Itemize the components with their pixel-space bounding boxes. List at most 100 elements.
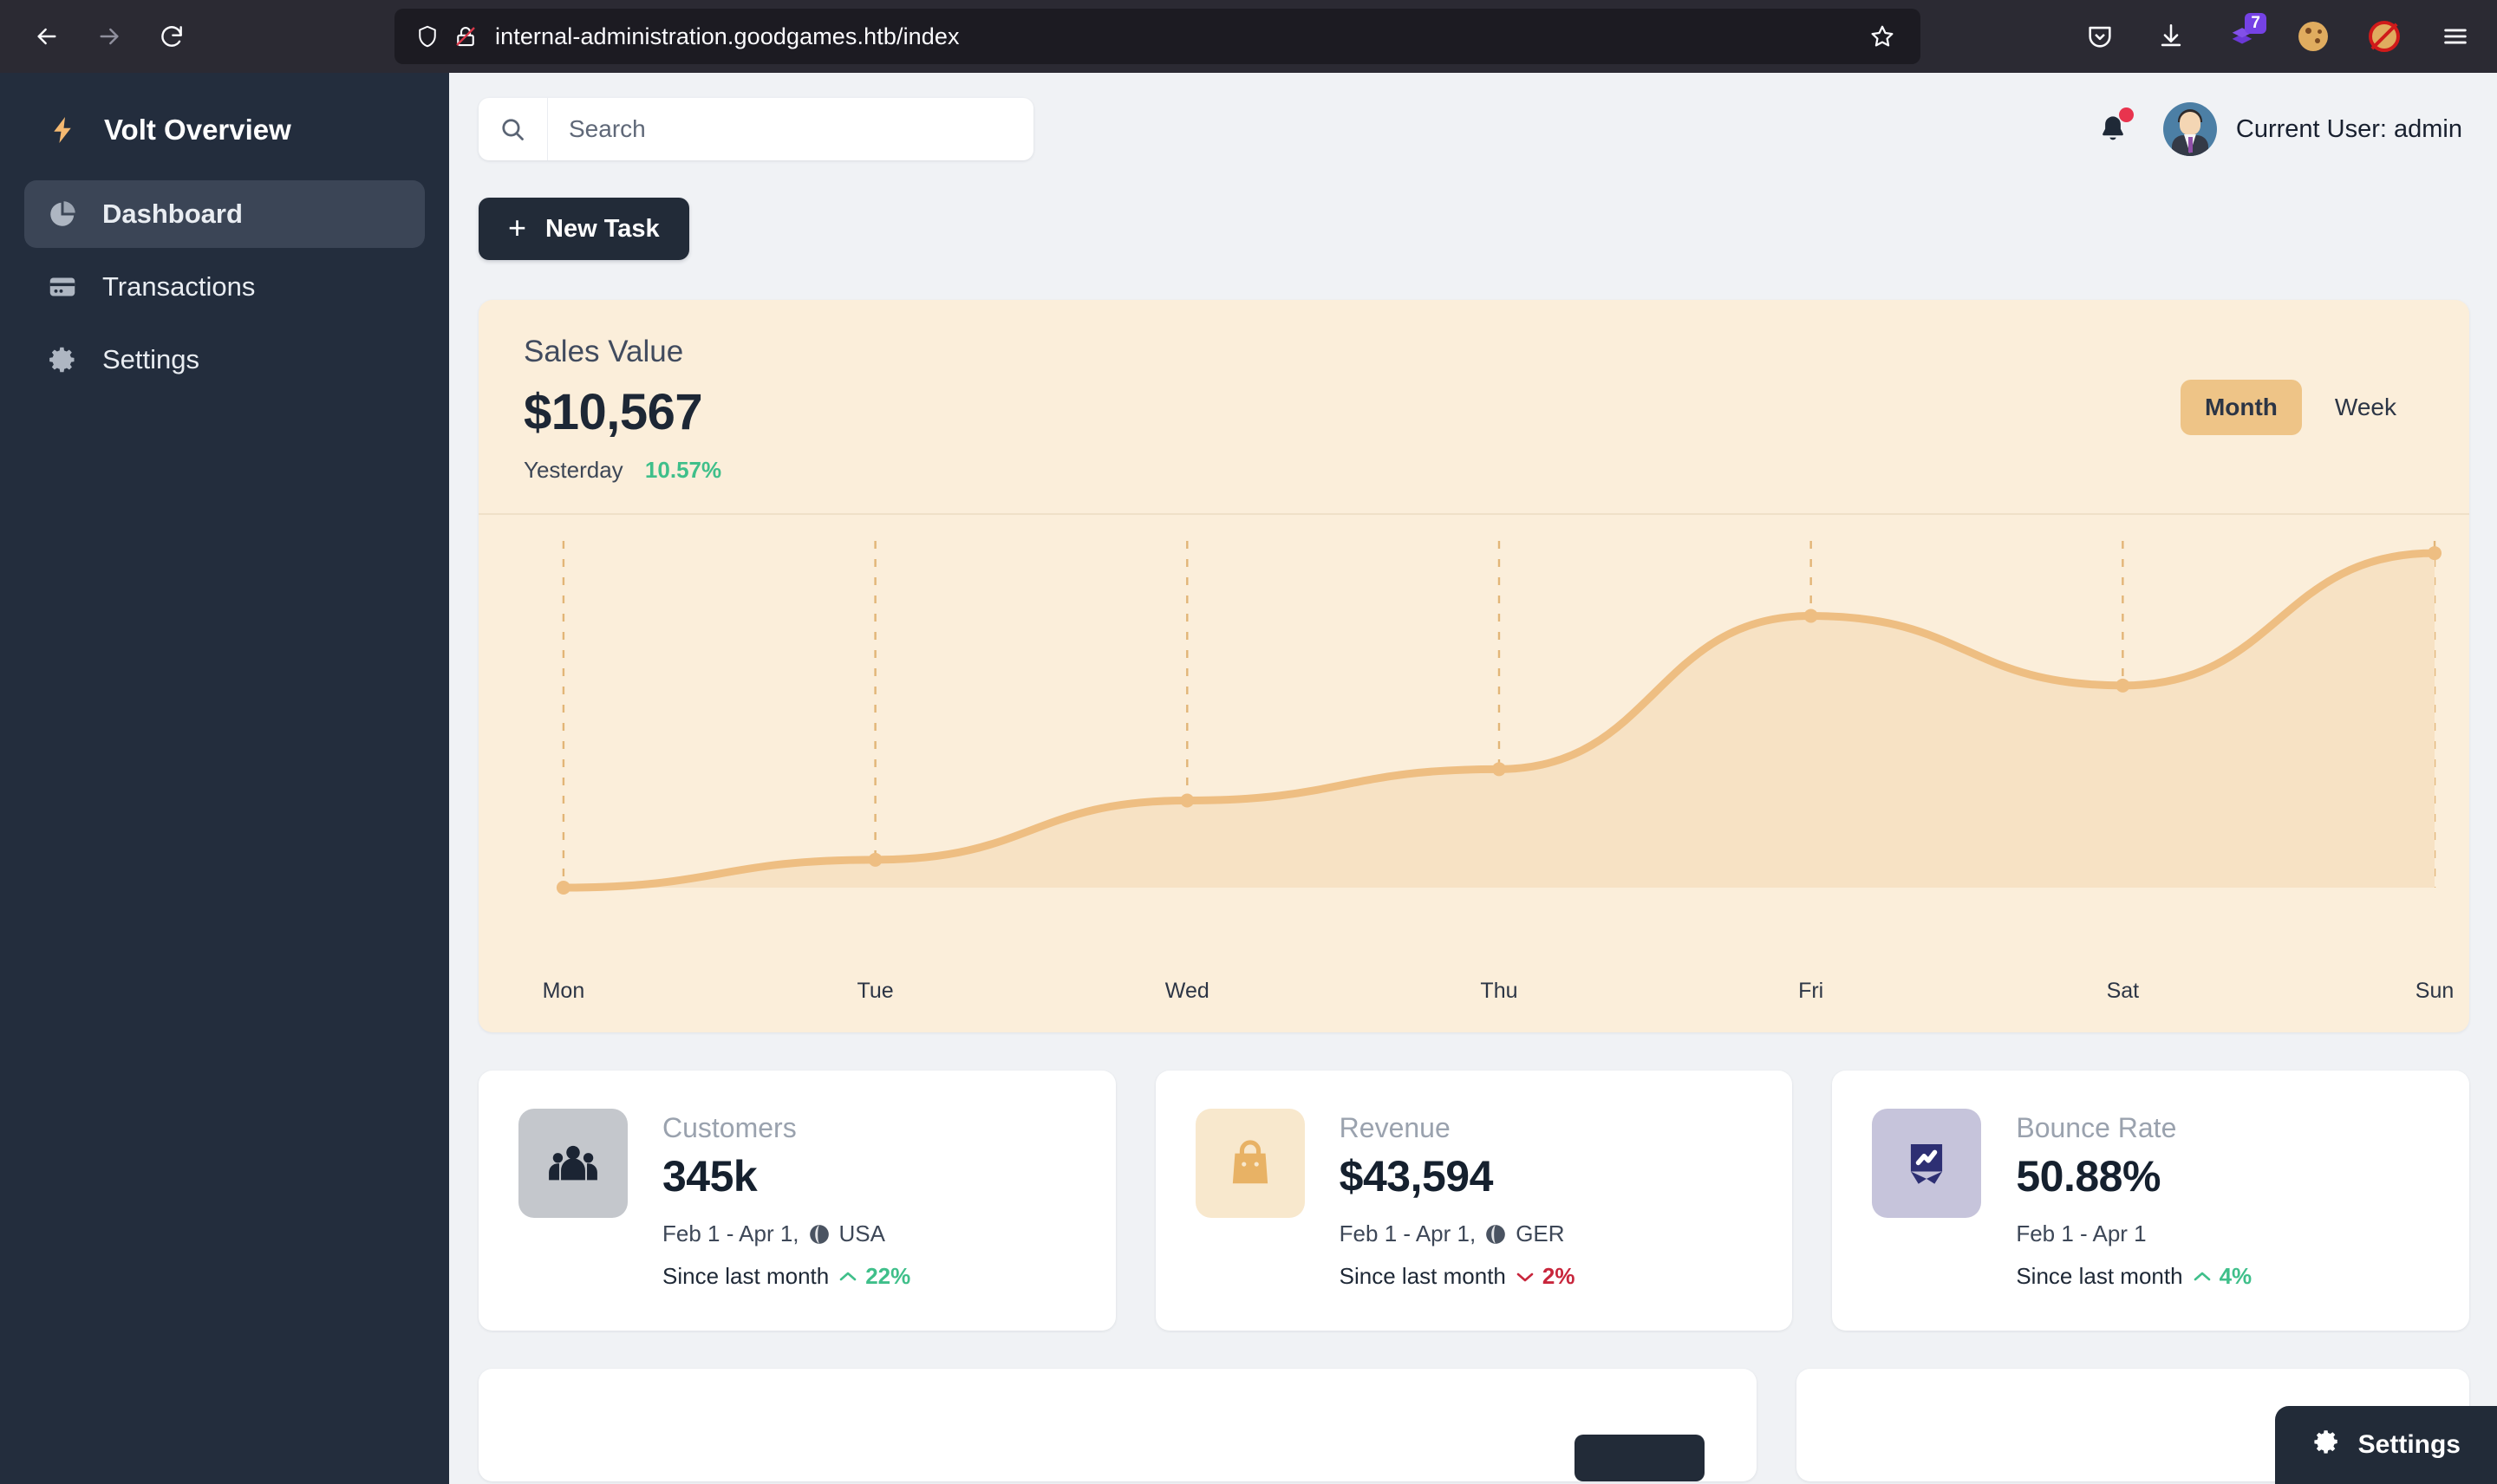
sales-card-header: Sales Value $10,567 Yesterday 10.57% Mon… — [479, 300, 2469, 515]
chart-x-label: Sat — [2106, 979, 2140, 1003]
credit-card-icon — [43, 268, 81, 306]
chart-banner-icon — [1872, 1109, 1982, 1218]
range-toggle: Month Week — [2180, 380, 2421, 435]
stat-date-range: Feb 1 - Apr 1, — [1339, 1220, 1477, 1246]
current-user-label: Current User: admin — [2235, 114, 2462, 143]
sales-compare-label: Yesterday — [524, 457, 623, 483]
chart-x-label: Mon — [542, 979, 585, 1003]
chart-x-label: Fri — [1798, 979, 1824, 1003]
app-viewport: Volt Overview Dashboard Transactions Set… — [0, 73, 2497, 1484]
arrow-down-icon — [1516, 1272, 1534, 1281]
avatar — [2162, 102, 2217, 156]
stat-label: Revenue — [1339, 1112, 1451, 1143]
sidebar-item-label: Transactions — [102, 271, 256, 302]
chart-data-point[interactable] — [2428, 546, 2442, 561]
chart-data-point[interactable] — [1491, 762, 1506, 777]
layers-badge-count: 7 — [2245, 13, 2266, 34]
star-icon[interactable] — [1858, 12, 1907, 61]
sidebar-item-settings[interactable]: Settings — [24, 326, 425, 394]
no-fox-icon[interactable] — [2360, 12, 2409, 61]
stat-region: GER — [1516, 1220, 1565, 1246]
brand-label: Volt Overview — [104, 114, 291, 146]
stat-card-revenue: Revenue $43,594 Feb 1 - Apr 1, GER Since… — [1155, 1071, 1793, 1331]
sales-comparison: Yesterday 10.57% — [524, 457, 2424, 484]
browser-extension-icons: 7 — [2076, 0, 2480, 73]
stat-since: Since last month 4% — [2016, 1263, 2252, 1290]
chart-x-label: Sun — [2415, 979, 2455, 1003]
sales-value: $10,567 — [524, 384, 703, 440]
sidebar-nav: Dashboard Transactions Settings — [0, 180, 449, 394]
stat-since-label: Since last month — [2016, 1263, 2183, 1289]
bottom-card-button[interactable] — [1574, 1435, 1705, 1481]
bottom-cards-row — [479, 1369, 2469, 1481]
broken-padlock-icon[interactable] — [447, 17, 485, 55]
stat-change: 22% — [838, 1263, 910, 1290]
chart-x-label: Thu — [1480, 979, 1518, 1003]
stat-body: Revenue $43,594 Feb 1 - Apr 1, GER Since… — [1340, 1109, 1575, 1290]
chart-data-point[interactable] — [2116, 678, 2130, 693]
pie-chart-icon — [43, 195, 81, 233]
stat-since: Since last month 22% — [662, 1263, 910, 1290]
address-bar[interactable]: internal-administration.goodgames.htb/in… — [394, 9, 1920, 64]
sales-value-card: Sales Value $10,567 Yesterday 10.57% Mon… — [479, 300, 2469, 1032]
range-week-button[interactable]: Week — [2311, 380, 2421, 435]
globe-icon — [1484, 1223, 1507, 1246]
search-input[interactable] — [548, 115, 1033, 143]
browser-nav-buttons — [0, 9, 199, 64]
stat-cards: Customers 345k Feb 1 - Apr 1, USA Since … — [479, 1071, 2470, 1331]
sidebar: Volt Overview Dashboard Transactions Set… — [0, 73, 449, 1484]
shield-icon[interactable] — [408, 17, 447, 55]
chart-data-point[interactable] — [1180, 793, 1195, 808]
sales-compare-pct: 10.57% — [644, 457, 722, 483]
reload-icon[interactable] — [144, 9, 199, 64]
chart-x-label: Tue — [857, 979, 894, 1003]
stat-date-range: Feb 1 - Apr 1 — [2016, 1220, 2147, 1246]
sidebar-item-transactions[interactable]: Transactions — [24, 253, 425, 321]
chart-data-point[interactable] — [556, 881, 570, 895]
stat-since-label: Since last month — [1339, 1263, 1506, 1289]
sales-chart: Mon Tue Wed Thu Fri Sat Sun — [479, 515, 2469, 1032]
stat-label: Bounce Rate — [2016, 1112, 2177, 1143]
chart-x-axis-labels: Mon Tue Wed Thu Fri Sat Sun — [479, 979, 2469, 1010]
chart-data-point[interactable] — [868, 852, 883, 867]
bottom-card-left — [479, 1369, 1757, 1481]
chart-data-point[interactable] — [1803, 609, 1818, 623]
cookie-icon[interactable] — [2289, 12, 2337, 61]
settings-fab-button[interactable]: Settings — [2274, 1406, 2497, 1484]
search-bar[interactable] — [479, 98, 1033, 160]
stat-range: Feb 1 - Apr 1, GER — [1340, 1220, 1575, 1247]
shopping-bag-icon — [1195, 1109, 1305, 1218]
back-arrow-icon[interactable] — [19, 9, 75, 64]
layers-extension-icon[interactable]: 7 — [2218, 12, 2266, 61]
brand[interactable]: Volt Overview — [0, 92, 449, 168]
sidebar-item-dashboard[interactable]: Dashboard — [24, 180, 425, 248]
lightning-bolt-icon — [43, 111, 81, 149]
topbar-right: Current User: admin — [2092, 102, 2469, 156]
forward-arrow-icon[interactable] — [81, 9, 137, 64]
sidebar-item-label: Settings — [102, 344, 200, 374]
chart-x-label: Wed — [1164, 979, 1209, 1003]
stat-range: Feb 1 - Apr 1 — [2016, 1220, 2252, 1247]
arrow-up-icon — [839, 1272, 857, 1280]
pocket-icon[interactable] — [2076, 12, 2124, 61]
hamburger-menu-icon[interactable] — [2431, 12, 2480, 61]
download-icon[interactable] — [2147, 12, 2195, 61]
new-task-button[interactable]: + New Task — [479, 198, 689, 260]
stat-card-customers: Customers 345k Feb 1 - Apr 1, USA Since … — [479, 1071, 1116, 1331]
range-month-button[interactable]: Month — [2180, 380, 2302, 435]
user-menu[interactable]: Current User: admin — [2162, 102, 2462, 156]
arrow-up-icon — [2194, 1272, 2210, 1280]
url-text: internal-administration.goodgames.htb/in… — [495, 23, 960, 49]
sales-chart-svg — [556, 541, 2442, 895]
main-content: Current User: admin + New Task Sales Val… — [449, 73, 2497, 1484]
stat-body: Customers 345k Feb 1 - Apr 1, USA Since … — [662, 1109, 910, 1290]
stat-change-value: 2% — [1542, 1263, 1575, 1289]
bell-icon[interactable] — [2092, 107, 2134, 150]
browser-toolbar: internal-administration.goodgames.htb/in… — [0, 0, 2497, 73]
stat-value: 50.88% — [2016, 1152, 2161, 1201]
settings-fab-label: Settings — [2357, 1430, 2461, 1459]
stat-value: $43,594 — [1339, 1152, 1494, 1201]
stat-range: Feb 1 - Apr 1, USA — [662, 1220, 910, 1247]
stat-change-value: 22% — [865, 1263, 911, 1289]
gear-icon — [43, 341, 81, 379]
